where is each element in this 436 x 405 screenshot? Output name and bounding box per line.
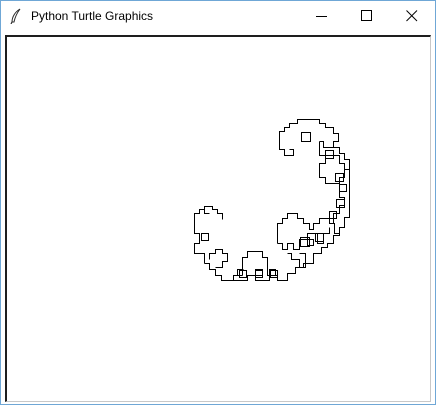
box-lower-1 bbox=[201, 233, 209, 241]
title-bar[interactable]: Python Turtle Graphics bbox=[1, 1, 435, 31]
drawing-path-lower bbox=[194, 147, 350, 281]
maximize-icon bbox=[361, 10, 372, 21]
box-upper-1 bbox=[301, 132, 311, 142]
box-upper-4 bbox=[339, 184, 347, 192]
turtle-window: Python Turtle Graphics bbox=[0, 0, 436, 405]
close-button[interactable] bbox=[389, 1, 435, 31]
turtle-canvas-area[interactable] bbox=[5, 35, 431, 402]
feather-icon bbox=[9, 8, 23, 25]
close-icon bbox=[406, 10, 418, 22]
drawing-path-middle bbox=[277, 213, 340, 268]
box-lower-4 bbox=[270, 270, 278, 278]
box-upper-5 bbox=[336, 199, 345, 208]
minimize-icon bbox=[316, 16, 327, 17]
minimize-button[interactable] bbox=[299, 1, 345, 31]
maximize-button[interactable] bbox=[344, 1, 390, 31]
box-middle-2 bbox=[315, 233, 324, 242]
box-upper-2 bbox=[325, 150, 334, 159]
turtle-drawing bbox=[194, 119, 350, 281]
window-title: Python Turtle Graphics bbox=[31, 9, 154, 23]
box-lower-3 bbox=[255, 270, 263, 278]
